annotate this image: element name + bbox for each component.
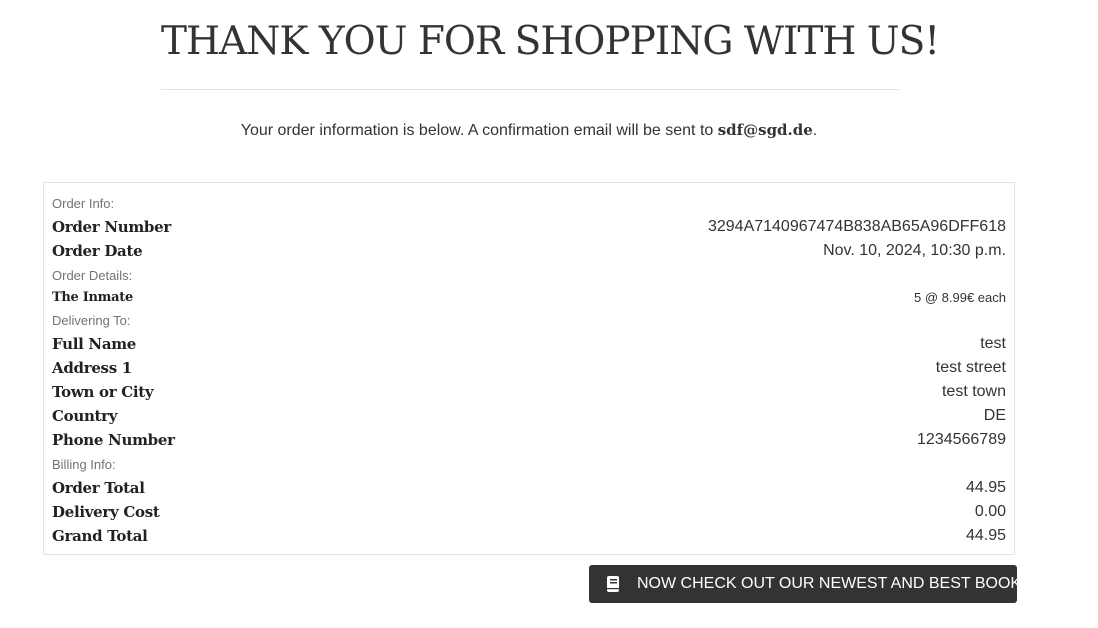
delivery-cost-row: Delivery Cost 0.00 <box>52 501 1006 523</box>
order-details-label: Order Details: <box>52 268 133 283</box>
phone-value: 1234566789 <box>917 431 1006 448</box>
town-value: test town <box>941 383 1006 400</box>
full-name-row: Full Name test <box>52 333 1006 355</box>
country-value: DE <box>983 407 1006 424</box>
order-date-row: Order Date Nov. 10, 2024, 10:30 p.m. <box>52 240 1006 262</box>
intro-text: Your order information is below. A confi… <box>240 122 718 139</box>
order-number-row: Order Number 3294A7140967474B838AB65A96D… <box>52 216 1006 238</box>
order-item-title: The Inmate <box>52 290 133 305</box>
page-title: THANK YOU FOR SHOPPING WITH US! <box>161 19 940 64</box>
billing-info-label: Billing Info: <box>52 457 116 472</box>
town-label: Town or City <box>52 383 154 401</box>
country-row: Country DE <box>52 405 1006 427</box>
address-label: Address 1 <box>52 359 132 377</box>
order-summary-card: Order Info: Order Number 3294A7140967474… <box>43 182 1015 555</box>
delivery-cost-value: 0.00 <box>974 503 1006 520</box>
order-date-label: Order Date <box>52 242 143 260</box>
order-total-row: Order Total 44.95 <box>52 477 1006 499</box>
phone-row: Phone Number 1234566789 <box>52 429 1006 451</box>
address-value: test street <box>935 359 1006 376</box>
browse-books-button[interactable]: NOW CHECK OUT OUR NEWEST AND BEST BOOKS! <box>589 565 1036 603</box>
phone-label: Phone Number <box>52 431 175 449</box>
intro-message: Your order information is below. A confi… <box>0 121 1058 140</box>
grand-total-label: Grand Total <box>52 527 148 545</box>
order-item-quantity-price: 5 @ 8.99€ each <box>914 290 1006 305</box>
full-name-value: test <box>980 335 1006 352</box>
order-info-label: Order Info: <box>52 196 115 211</box>
order-item-row: The Inmate 5 @ 8.99€ each <box>52 287 1006 309</box>
browse-books-label: NOW CHECK OUT OUR NEWEST AND BEST BOOKS! <box>637 575 1037 592</box>
delivery-cost-label: Delivery Cost <box>52 503 160 521</box>
order-number-value: 3294A7140967474B838AB65A96DFF618 <box>707 218 1006 235</box>
grand-total-row: Grand Total 44.95 <box>52 525 1006 547</box>
title-divider <box>161 89 899 90</box>
full-name-label: Full Name <box>52 335 137 353</box>
address-row: Address 1 test street <box>52 357 1006 379</box>
order-number-label: Order Number <box>52 218 171 236</box>
country-label: Country <box>52 407 118 425</box>
intro-text-end: . <box>812 122 818 139</box>
delivering-to-label: Delivering To: <box>52 313 131 328</box>
grand-total-value: 44.95 <box>965 527 1006 544</box>
order-total-label: Order Total <box>52 479 145 497</box>
order-date-value: Nov. 10, 2024, 10:30 p.m. <box>823 242 1006 259</box>
town-row: Town or City test town <box>52 381 1006 403</box>
confirmation-email: sdf@sgd.de <box>717 121 813 139</box>
order-total-value: 44.95 <box>965 479 1006 496</box>
book-icon <box>606 576 620 592</box>
